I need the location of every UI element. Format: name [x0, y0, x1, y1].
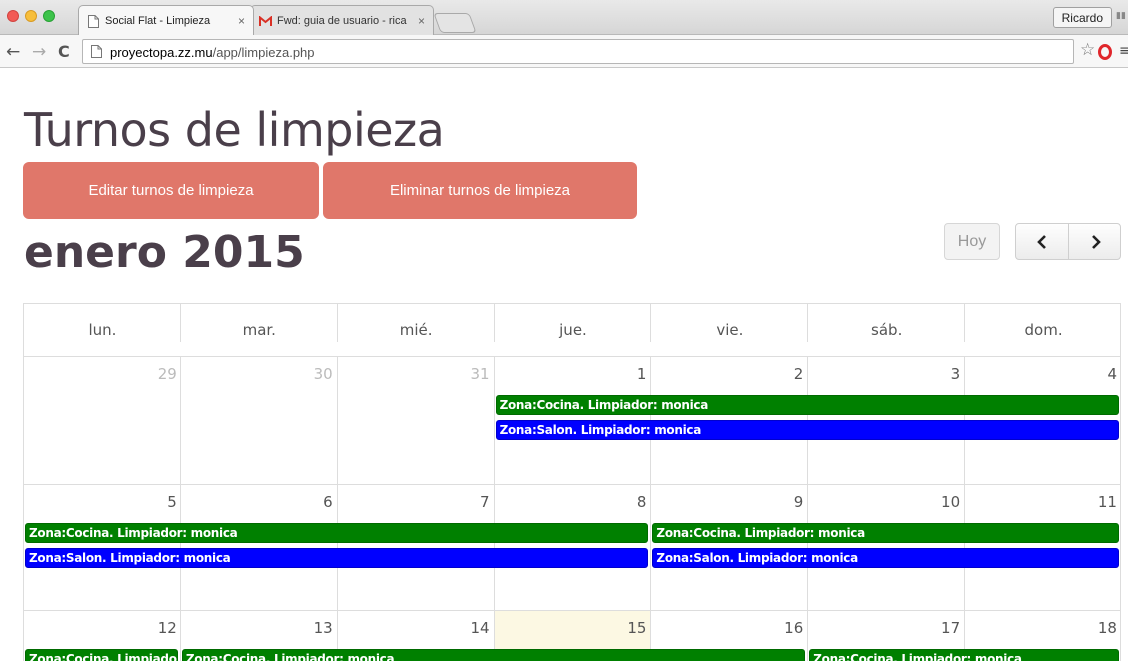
weekday-header-cell: mar.	[242, 321, 276, 339]
calendar-event-cocina[interactable]: Zona:Cocina. Limpiador: monica	[652, 523, 1119, 543]
day-number: 17	[941, 619, 961, 637]
close-window-icon[interactable]	[7, 10, 19, 22]
weekday-header-cell: dom.	[1024, 321, 1063, 339]
day-number: 1	[636, 365, 647, 383]
day-number: 8	[636, 493, 647, 511]
profile-button[interactable]: Ricardo	[1052, 7, 1112, 28]
close-tab-icon[interactable]: ×	[418, 14, 425, 28]
header-separator	[179, 304, 181, 342]
day-number: 15	[627, 619, 647, 637]
url-path: /app/limpieza.php	[212, 45, 315, 60]
weekday-header: lun. mar. mié. jue. vie. sáb. dom.	[23, 303, 1121, 357]
day-number: 2	[793, 365, 804, 383]
delete-shifts-button[interactable]: Eliminar turnos de limpieza	[323, 162, 637, 219]
window-extra-icon: ▮▮	[1116, 11, 1126, 21]
forward-icon[interactable]: →	[32, 42, 46, 62]
day-number: 5	[167, 493, 177, 511]
month-title: enero 2015	[24, 227, 305, 278]
day-number: 30	[313, 365, 333, 383]
weekday-header-cell: sáb.	[871, 321, 903, 339]
day-number: 14	[470, 619, 490, 637]
minimize-window-icon[interactable]	[25, 10, 37, 22]
header-separator	[964, 304, 966, 342]
calendar-event-cocina[interactable]: Zona:Cocina. Limpiador: monica	[809, 649, 1119, 661]
weekday-header-cell: vie.	[716, 321, 744, 339]
url-text: proyectopa.zz.mu/app/limpieza.php	[110, 45, 315, 60]
gmail-icon	[259, 16, 272, 26]
day-number: 13	[313, 619, 333, 637]
day-number: 12	[157, 619, 177, 637]
chevron-right-icon	[1091, 234, 1101, 249]
calendar-event-salon[interactable]: Zona:Salon. Limpiador: monica	[652, 548, 1119, 568]
address-bar[interactable]: proyectopa.zz.mu/app/limpieza.php	[82, 39, 1074, 64]
calendar-event-cocina[interactable]: Zona:Cocina. Limpiador: monica	[495, 395, 1119, 415]
calendar-week-row: 29 30 31 1 2 3 4 Zona:Cocina. Limpiador: monica…	[23, 357, 1121, 485]
day-number: 7	[480, 493, 490, 511]
bookmark-star-icon[interactable]: ☆	[1080, 40, 1095, 60]
calendar-week-row: 5 6 7 8 9 10 11 Zona:Cocina. Limpiador: monica Z…	[23, 485, 1121, 611]
header-separator	[336, 304, 338, 342]
tab-title: Social Flat - Limpieza	[105, 15, 211, 27]
day-number: 16	[784, 619, 804, 637]
weekday-header-cell: jue.	[559, 321, 587, 339]
calendar-day-cell[interactable]: 30	[179, 357, 337, 484]
header-separator	[807, 304, 809, 342]
calendar-day-cell[interactable]: 29	[24, 357, 181, 484]
calendar-day-cell[interactable]: 31	[336, 357, 494, 484]
calendar-week-row: 12 13 14 15 16 17 18 Zona:Cocina. Limpiador: mo…	[23, 611, 1121, 661]
day-number: 4	[1107, 365, 1117, 383]
edit-shifts-button[interactable]: Editar turnos de limpieza	[23, 162, 319, 219]
day-number: 3	[950, 365, 961, 383]
calendar: lun. mar. mié. jue. vie. sáb. dom. 29 30 31 1 2 3 4 Z…	[23, 303, 1121, 661]
new-tab-button[interactable]	[433, 13, 477, 33]
weekday-header-cell: lun.	[88, 321, 117, 339]
calendar-event-cocina[interactable]: Zona:Cocina. Limpiador: monica	[181, 649, 806, 661]
chevron-left-icon	[1037, 234, 1046, 249]
day-number: 9	[793, 493, 804, 511]
tab-title: Fwd: guia de usuario - rica	[277, 15, 407, 27]
close-tab-icon[interactable]: ×	[238, 14, 245, 28]
menu-icon[interactable]: ≡	[1119, 43, 1128, 59]
next-month-button[interactable]	[1069, 224, 1122, 259]
calendar-event-salon[interactable]: Zona:Salon. Limpiador: monica	[25, 548, 649, 568]
zoom-window-icon[interactable]	[43, 10, 55, 22]
day-number: 11	[1097, 493, 1117, 511]
month-navigation	[1015, 223, 1121, 260]
calendar-event-salon[interactable]: Zona:Salon. Limpiador: monica	[495, 420, 1119, 440]
page-title: Turnos de limpieza	[24, 103, 445, 157]
day-number: 10	[941, 493, 961, 511]
page-icon	[91, 45, 102, 58]
url-host: proyectopa.zz.mu	[110, 45, 213, 60]
today-button[interactable]: Hoy	[944, 223, 1000, 260]
calendar-event-cocina[interactable]: Zona:Cocina. Limpiador: monica	[25, 649, 178, 661]
day-number: 29	[157, 365, 177, 383]
header-separator	[650, 304, 652, 342]
header-separator	[493, 304, 495, 342]
browser-tab-bar: Social Flat - Limpieza × Fwd: guia de us…	[0, 0, 1128, 35]
day-number: 6	[323, 493, 333, 511]
reload-icon[interactable]: C	[58, 42, 70, 61]
opera-extension-icon[interactable]	[1098, 44, 1112, 60]
weekday-header-cell: mié.	[399, 321, 433, 339]
day-number: 18	[1097, 619, 1117, 637]
day-number: 31	[470, 365, 490, 383]
calendar-event-cocina[interactable]: Zona:Cocina. Limpiador: monica	[25, 523, 649, 543]
page-icon	[88, 15, 99, 28]
prev-month-button[interactable]	[1016, 224, 1069, 259]
tab-gmail[interactable]: Fwd: guia de usuario - rica ×	[250, 5, 434, 35]
back-icon[interactable]: ←	[6, 42, 20, 62]
tab-social-flat[interactable]: Social Flat - Limpieza ×	[78, 5, 254, 35]
browser-toolbar: ← → C proyectopa.zz.mu/app/limpieza.php	[0, 35, 1128, 68]
